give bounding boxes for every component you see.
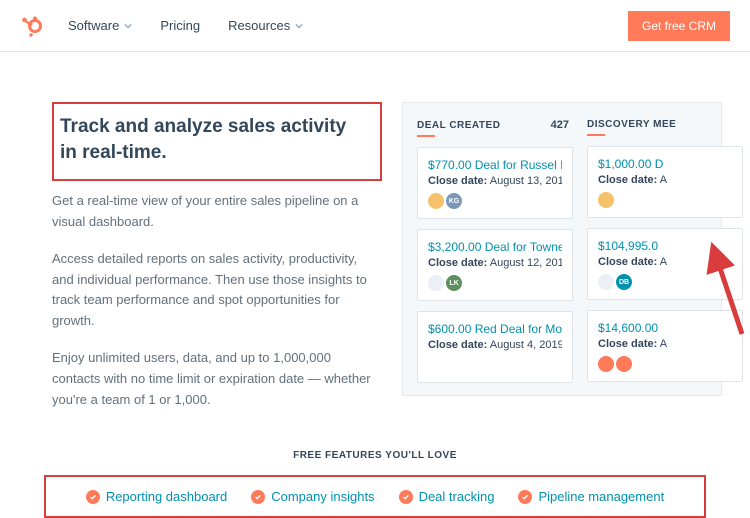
avatar-row: KG xyxy=(428,193,562,209)
avatar xyxy=(428,275,444,291)
features-annotation-box: Reporting dashboard Company insights Deal … xyxy=(44,475,706,518)
copy-column: Track and analyze sales activity in real… xyxy=(52,102,382,426)
avatar xyxy=(598,192,614,208)
chevron-down-icon xyxy=(295,22,303,30)
column-accent xyxy=(417,135,435,137)
hubspot-logo-icon xyxy=(20,14,44,38)
column-title: DEAL CREATED xyxy=(417,120,500,131)
features-heading: FREE FEATURES YOU'LL LOVE xyxy=(44,450,706,461)
deal-close-date: Close date: August 4, 2019 xyxy=(428,339,562,351)
pipeline-preview: DEAL CREATED 427 $770.00 Deal for Russel I… xyxy=(402,102,750,426)
nav-label: Pricing xyxy=(160,18,200,33)
headline-annotation-box: Track and analyze sales activity in real… xyxy=(52,102,382,181)
deal-close-date: Close date: A xyxy=(598,256,732,268)
feature-item[interactable]: Reporting dashboard xyxy=(86,489,227,504)
avatar-row: LK xyxy=(428,275,562,291)
deal-card[interactable]: $104,995.0 Close date: A DB xyxy=(587,228,743,300)
deal-title: $770.00 Deal for Russel Inc xyxy=(428,158,562,173)
deal-close-date: Close date: A xyxy=(598,174,732,186)
page-headline: Track and analyze sales activity in real… xyxy=(60,114,368,165)
deal-title: $104,995.0 xyxy=(598,239,732,254)
deal-card[interactable]: $3,200.00 Deal for Towne Close date: Augu… xyxy=(417,229,573,301)
avatar xyxy=(598,274,614,290)
features-section: FREE FEATURES YOU'LL LOVE Reporting dash… xyxy=(0,450,750,518)
content-area: Track and analyze sales activity in real… xyxy=(0,52,750,426)
body-paragraph: Access detailed reports on sales activit… xyxy=(52,249,382,332)
avatar: DB xyxy=(616,274,632,290)
column-accent xyxy=(587,134,605,136)
deal-card[interactable]: $770.00 Deal for Russel Inc Close date: A… xyxy=(417,147,573,219)
deal-title: $1,000.00 D xyxy=(598,157,732,172)
nav-software[interactable]: Software xyxy=(68,18,132,33)
feature-label: Reporting dashboard xyxy=(106,489,227,504)
avatar: KG xyxy=(446,193,462,209)
column-title: DISCOVERY MEE xyxy=(587,119,676,130)
deal-close-date: Close date: August 12, 2019 xyxy=(428,257,562,269)
deal-title: $3,200.00 Deal for Towne xyxy=(428,240,562,255)
avatar xyxy=(616,356,632,372)
check-icon xyxy=(86,490,100,504)
feature-item[interactable]: Pipeline management xyxy=(518,489,664,504)
nav-label: Software xyxy=(68,18,119,33)
deal-card[interactable]: $1,000.00 D Close date: A xyxy=(587,146,743,218)
check-icon xyxy=(518,490,532,504)
feature-item[interactable]: Company insights xyxy=(251,489,374,504)
nav-pricing[interactable]: Pricing xyxy=(160,18,200,33)
deal-close-date: Close date: August 13, 2019 xyxy=(428,175,562,187)
deal-card[interactable]: $600.00 Red Deal for Monahan Group Close … xyxy=(417,311,573,383)
avatar-row xyxy=(598,356,732,372)
deal-close-date: Close date: A xyxy=(598,338,732,350)
check-icon xyxy=(251,490,265,504)
get-free-crm-button[interactable]: Get free CRM xyxy=(628,11,730,41)
feature-label: Deal tracking xyxy=(419,489,495,504)
feature-label: Company insights xyxy=(271,489,374,504)
avatar: LK xyxy=(446,275,462,291)
feature-item[interactable]: Deal tracking xyxy=(399,489,495,504)
pipeline-column: DISCOVERY MEE$1,000.00 DClose date: A$10… xyxy=(587,119,743,393)
body-paragraph: Get a real-time view of your entire sale… xyxy=(52,191,382,233)
feature-label: Pipeline management xyxy=(538,489,664,504)
pipeline-column: DEAL CREATED 427 $770.00 Deal for Russel I… xyxy=(417,119,573,393)
avatar-row: DB xyxy=(598,274,732,290)
nav-resources[interactable]: Resources xyxy=(228,18,303,33)
avatar-row xyxy=(598,192,732,208)
deal-card[interactable]: $14,600.00 Close date: A xyxy=(587,310,743,382)
avatar xyxy=(598,356,614,372)
deal-title: $600.00 Red Deal for Monahan Group xyxy=(428,322,562,337)
deal-title: $14,600.00 xyxy=(598,321,732,336)
nav-label: Resources xyxy=(228,18,290,33)
body-paragraph: Enjoy unlimited users, data, and up to 1… xyxy=(52,348,382,410)
check-icon xyxy=(399,490,413,504)
top-nav: Software Pricing Resources Get free CRM xyxy=(0,0,750,52)
column-count: 427 xyxy=(551,119,569,131)
deal-board: DEAL CREATED 427 $770.00 Deal for Russel I… xyxy=(402,102,722,396)
avatar xyxy=(428,193,444,209)
chevron-down-icon xyxy=(124,22,132,30)
